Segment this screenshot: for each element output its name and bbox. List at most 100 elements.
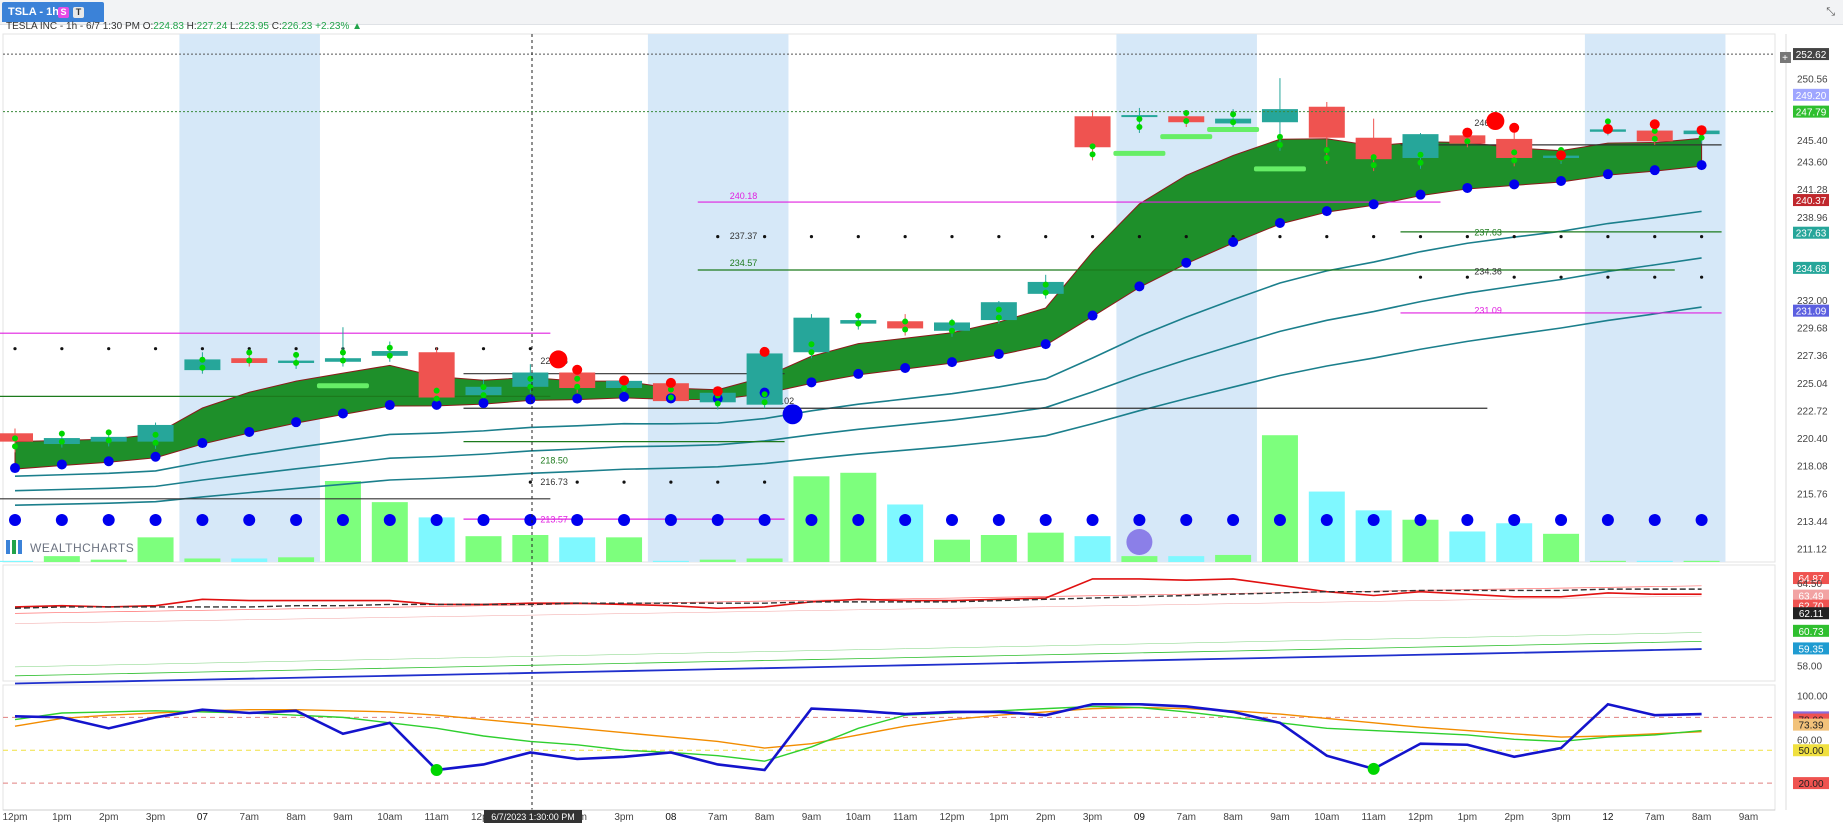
volume-bar	[184, 558, 221, 562]
signal-dot	[13, 347, 17, 351]
signal-dot	[1606, 275, 1610, 279]
signal-dot	[1512, 275, 1516, 279]
time-axis-label: 7am	[1645, 812, 1664, 823]
signal-dot	[763, 480, 767, 484]
volume-bar	[1074, 536, 1111, 562]
time-axis-label: 3pm	[146, 812, 165, 823]
time-axis-label: 9am	[333, 812, 352, 823]
momentum-dot-blue	[711, 514, 724, 526]
alert-bubble-icon[interactable]	[1126, 529, 1153, 555]
trend-dot-blue	[150, 451, 161, 462]
time-axis-label: 9am	[802, 812, 821, 823]
buy-dot-green	[433, 387, 440, 394]
buy-dot-green	[1183, 118, 1190, 124]
momentum-dot-blue	[852, 514, 865, 526]
volume-bar	[43, 556, 80, 562]
buy-dot-green	[808, 341, 815, 348]
volume-bar	[1589, 560, 1626, 562]
time-axis-label: 7am	[1177, 812, 1196, 823]
rsi-axis-label: 58.00	[1797, 662, 1822, 673]
buy-dot-green	[339, 357, 346, 364]
volume-bar	[1168, 556, 1205, 562]
time-axis-label: 11am	[425, 812, 449, 823]
buy-dot-green	[995, 306, 1002, 313]
rsi-pane[interactable]	[2, 564, 1776, 682]
add-level-button-label: +	[1782, 53, 1788, 64]
price-axis-label: 252.62	[1796, 50, 1827, 61]
signal-dot	[1278, 235, 1282, 239]
buy-dot-green	[1276, 133, 1283, 140]
signal-dot	[1559, 275, 1563, 279]
momentum-dot-blue	[1227, 514, 1240, 526]
sell-dot-red	[759, 346, 770, 357]
volume-bar	[1683, 560, 1720, 562]
buy-dot-green	[58, 438, 65, 445]
volume-bar	[1027, 532, 1064, 562]
momentum-dot-blue	[196, 514, 209, 526]
price-axis-label: 245.40	[1797, 136, 1828, 147]
watermark-text: WEALTHCHARTS	[30, 541, 135, 555]
signal-dot	[716, 235, 720, 239]
momentum-dot-blue	[9, 514, 21, 526]
buy-dot-green	[667, 394, 674, 401]
buy-dot-green	[293, 351, 300, 358]
sell-dot-red	[619, 375, 630, 386]
time-axis-label: 3pm	[1551, 812, 1570, 823]
buy-dot-green	[621, 384, 628, 391]
price-level-label: 213.57	[540, 514, 568, 524]
buy-dot-green	[246, 357, 253, 364]
volume-bar	[652, 560, 689, 562]
signal-dot	[294, 347, 298, 351]
buy-dot-green	[480, 392, 487, 399]
sell-signal-red	[549, 350, 568, 369]
signal-bar	[1160, 134, 1213, 140]
oscillator-pane[interactable]	[2, 684, 1776, 811]
trend-dot-blue	[10, 463, 20, 474]
momentum-dot-blue	[1133, 514, 1146, 526]
volume-bar	[699, 559, 736, 562]
buy-dot-green	[246, 349, 253, 356]
trend-dot-blue	[103, 456, 114, 467]
volume-bar	[1636, 560, 1673, 562]
time-axis-label: 8am	[1692, 812, 1711, 823]
buy-dot-green	[1136, 115, 1143, 122]
candle-body	[1074, 116, 1111, 148]
buy-dot-green	[1511, 149, 1518, 156]
signal-dot	[1418, 235, 1423, 239]
volume-bar	[1496, 523, 1533, 562]
time-axis-label: 12pm	[2, 812, 27, 823]
trend-dot-blue	[197, 438, 208, 449]
volume-bar	[934, 539, 970, 562]
price-axis-label: 240.37	[1796, 196, 1827, 207]
trend-dot-blue	[1228, 237, 1239, 248]
momentum-dot-blue	[664, 514, 677, 526]
signal-dot	[481, 347, 486, 351]
buy-dot-green	[949, 327, 955, 334]
price-axis-label: 222.72	[1797, 406, 1828, 417]
buy-dot-green	[1604, 118, 1611, 125]
chart-canvas[interactable]: 240.18237.37234.57226.36223.02218.50216.…	[0, 0, 1843, 824]
trend-dot-blue	[291, 417, 302, 428]
time-axis-label: 08	[665, 812, 677, 823]
buy-dot-green	[433, 395, 440, 402]
time-axis-label: 09	[1134, 812, 1146, 823]
price-axis-label: 218.08	[1797, 462, 1828, 473]
volume-bar	[887, 504, 924, 562]
trend-dot-blue	[1696, 160, 1707, 171]
signal-dot	[575, 480, 579, 484]
oscillator-axis-label: 50.00	[1798, 746, 1823, 757]
buy-dot-green	[1230, 119, 1237, 126]
volume-bar	[1121, 556, 1158, 562]
time-axis-label: 10am	[1314, 812, 1339, 823]
signal-bar	[1253, 166, 1306, 172]
signal-dot	[903, 235, 907, 239]
time-axis-label: 12	[1602, 812, 1614, 823]
volume-bar	[1402, 519, 1439, 562]
time-axis-label: 9am	[1739, 812, 1758, 823]
signal-dot	[669, 480, 673, 484]
time-axis-label: 8am	[286, 812, 305, 823]
buy-dot-green	[339, 349, 346, 356]
price-axis-label: 227.36	[1797, 351, 1828, 362]
momentum-dot-blue	[524, 514, 537, 526]
buy-dot-green	[386, 352, 393, 359]
